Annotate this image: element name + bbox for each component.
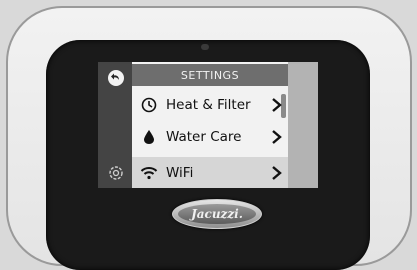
brand-logo-text: Jacuzzi. <box>178 204 256 224</box>
menu-item-wifi[interactable]: WiFi <box>132 157 288 188</box>
menu-item-label: WiFi <box>166 164 194 181</box>
menu-item-heat-filter[interactable]: Heat & Filter <box>132 90 288 120</box>
menu-item-label: Water Care <box>166 129 242 145</box>
brand-logo: Jacuzzi. <box>172 199 262 229</box>
right-column <box>288 62 318 188</box>
sensor-icon <box>201 44 209 50</box>
chevron-right-icon <box>266 97 288 113</box>
back-button[interactable] <box>108 70 124 86</box>
clock-icon <box>136 97 162 113</box>
menu-item-water-care[interactable]: Water Care <box>132 122 288 152</box>
back-icon <box>111 73 119 80</box>
page-title: SETTINGS <box>132 64 288 86</box>
chevron-right-icon <box>266 165 288 181</box>
chevron-right-icon <box>266 129 288 145</box>
menu-item-label: Heat & Filter <box>166 97 251 113</box>
wifi-icon <box>136 166 162 180</box>
settings-ring-icon[interactable] <box>106 163 126 183</box>
water-drop-icon <box>136 129 162 145</box>
lcd-screen: SETTINGS Heat & Filter Water Care WiFi <box>98 62 318 188</box>
